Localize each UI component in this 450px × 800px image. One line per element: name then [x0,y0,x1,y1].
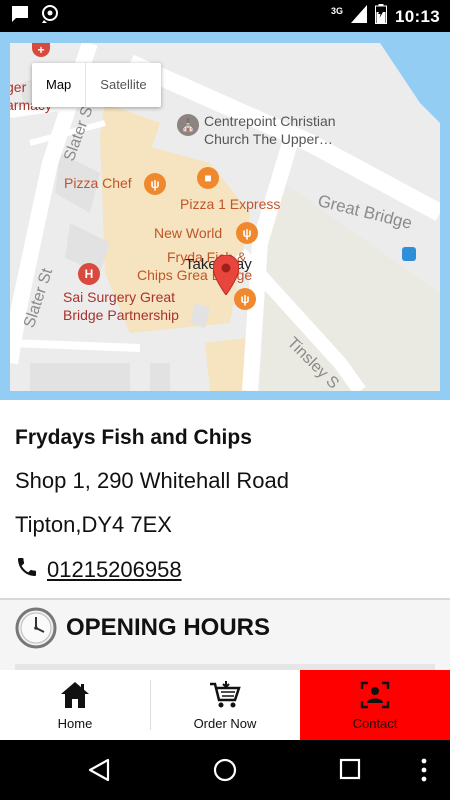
map-type-satellite-button[interactable]: Satellite [86,63,160,107]
map-view[interactable]: Map Satellite + ger armacy ⛪ Centrepoint… [10,43,440,391]
map-water [380,43,440,123]
map-label-pizza-chef: Pizza Chef [64,175,132,191]
address-line-1: Shop 1, 290 Whitehall Road [15,468,289,493]
pizza-chef-marker-icon[interactable]: ψ [144,173,166,195]
message-icon [10,4,30,29]
cart-icon [209,681,241,712]
hospital-marker-icon[interactable]: H [78,263,100,285]
map-label-new-world: New World [154,225,223,241]
map-building [30,363,130,391]
recents-icon[interactable] [339,758,361,785]
battery-icon [375,4,388,29]
business-name: Frydays Fish and Chips [15,426,252,449]
nav-order-now-label: Order Now [193,716,257,731]
system-navigation-bar [0,740,450,800]
network-type: 3G [331,5,344,16]
nav-contact-label: Contact [352,716,398,731]
status-bar: 3G 10:13 [0,0,450,32]
map-type-toggle[interactable]: Map Satellite [32,63,161,107]
phone-icon [15,555,39,584]
nav-contact[interactable]: Contact [300,670,450,740]
business-info: Frydays Fish and Chips Shop 1, 290 White… [0,400,450,598]
clock-time: 10:13 [395,6,440,26]
phone-link[interactable]: 01215206958 [47,557,182,583]
phone-row[interactable]: 01215206958 [15,555,182,584]
back-icon[interactable] [88,758,110,787]
map-label-church-2: Church The Upper… [204,131,333,147]
map-building [150,363,170,391]
bottom-navigation: Home Order Now Contact [0,670,450,740]
new-world-marker-icon[interactable]: ψ [236,222,258,244]
map-label-church-1: Centrepoint Christian [204,113,336,129]
nav-order-now[interactable]: Order Now [150,670,300,740]
home-circle-icon[interactable] [213,758,237,787]
home-icon [60,681,90,712]
address-line-2: Tipton,DY4 7EX [15,512,172,537]
bus-stop-icon[interactable] [402,247,416,261]
map-frame: Map Satellite + ger armacy ⛪ Centrepoint… [0,32,450,400]
contact-icon [360,681,390,712]
pizza-express-marker-icon[interactable]: ■ [197,167,219,189]
more-icon[interactable] [420,758,428,787]
nav-home[interactable]: Home [0,670,150,740]
sync-icon [40,4,60,29]
opening-hours-section[interactable]: OPENING HOURS [0,598,450,672]
clock-icon [15,607,57,654]
map-label-surgery-2: Bridge Partnership [63,307,179,323]
church-marker-icon[interactable]: ⛪ [177,114,199,136]
map-label-pizza-express: Pizza 1 Express [180,196,281,212]
map-road [10,339,141,352]
nav-home-label: Home [57,716,93,731]
map-label-surgery-1: Sai Surgery Great [63,289,176,305]
map-type-map-button[interactable]: Map [32,63,87,107]
opening-hours-title: OPENING HOURS [66,614,271,641]
map-label-pharmacy-1: ger [10,79,27,95]
signal-icon [351,5,368,28]
